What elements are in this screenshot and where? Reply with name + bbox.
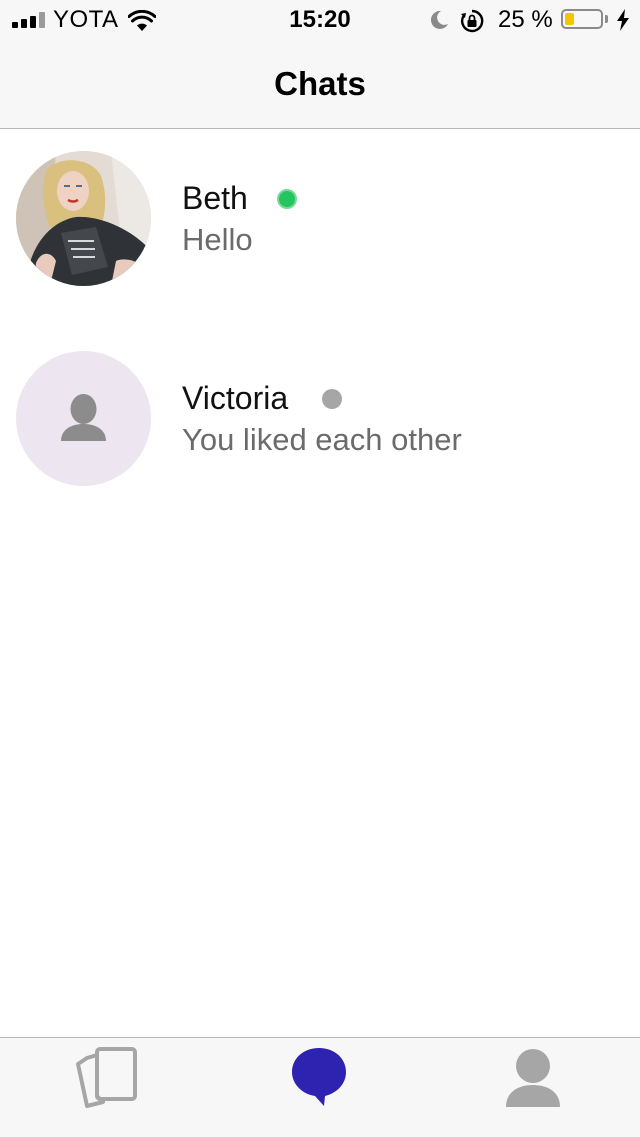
profile-photo: [16, 151, 151, 286]
cards-icon: [76, 1047, 137, 1108]
tab-chats[interactable]: [213, 1038, 426, 1137]
chat-list: Beth Hello Victoria You liked each other: [0, 129, 640, 529]
orientation-lock-icon: [460, 9, 484, 33]
offline-status-indicator: [322, 389, 342, 409]
tab-profile[interactable]: [426, 1038, 639, 1137]
contact-name: Beth: [182, 180, 248, 216]
page-title: Chats: [274, 65, 366, 102]
tab-bar: [0, 1037, 640, 1137]
profile-icon: [506, 1049, 560, 1107]
chat-row-beth[interactable]: Beth Hello: [0, 129, 640, 329]
last-message-preview: You liked each other: [182, 422, 462, 457]
moon-icon: [430, 10, 448, 29]
charging-bolt-icon: [617, 9, 629, 31]
battery-icon: [561, 9, 603, 29]
avatar[interactable]: [16, 351, 151, 486]
battery-tip: [605, 15, 608, 23]
tab-cards[interactable]: [0, 1038, 213, 1137]
chat-row-victoria[interactable]: Victoria You liked each other: [0, 329, 640, 529]
avatar[interactable]: [16, 151, 151, 286]
contact-name: Victoria: [182, 380, 289, 416]
status-bar: YOTA 15:20 25 %: [0, 0, 640, 40]
battery-percentage: 25 %: [498, 6, 553, 33]
navigation-bar: Chats: [0, 40, 640, 129]
last-message-preview: Hello: [182, 222, 253, 257]
person-placeholder-icon: [61, 394, 106, 441]
chat-bubble-icon: [292, 1048, 346, 1106]
battery-level: [565, 13, 574, 25]
online-status-indicator: [277, 189, 297, 209]
